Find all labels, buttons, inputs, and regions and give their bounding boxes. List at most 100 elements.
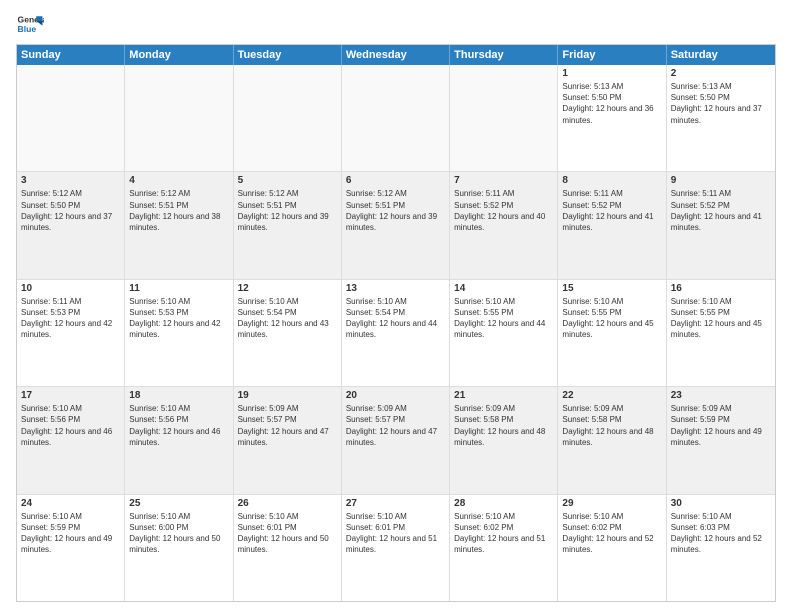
calendar-cell: 28 Sunrise: 5:10 AMSunset: 6:02 PMDayligh… (450, 495, 558, 601)
day-number: 6 (346, 175, 445, 186)
weekday-header-monday: Monday (125, 45, 233, 65)
calendar-cell: 23Sunrise: 5:09 AMSunset: 5:59 PMDayligh… (667, 387, 775, 493)
cell-info: Sunrise: 5:10 AMSunset: 5:59 PMDaylight:… (21, 511, 120, 556)
calendar-cell: 7 Sunrise: 5:11 AMSunset: 5:52 PMDaylight… (450, 172, 558, 278)
cell-info: Sunrise: 5:09 AMSunset: 5:57 PMDaylight:… (238, 403, 337, 448)
calendar-cell: 14 Sunrise: 5:10 AMSunset: 5:55 PMDayligh… (450, 280, 558, 386)
calendar-cell (125, 65, 233, 171)
day-number: 21 (454, 390, 553, 401)
cell-info: Sunrise: 5:12 AMSunset: 5:51 PMDaylight:… (238, 188, 337, 233)
cell-info: Sunrise: 5:10 AMSunset: 6:01 PMDaylight:… (238, 511, 337, 556)
calendar-cell: 5 Sunrise: 5:12 AMSunset: 5:51 PMDaylight… (234, 172, 342, 278)
weekday-header-wednesday: Wednesday (342, 45, 450, 65)
calendar-cell: 4 Sunrise: 5:12 AMSunset: 5:51 PMDaylight… (125, 172, 233, 278)
calendar-cell: 16 Sunrise: 5:10 AMSunset: 5:55 PMDayligh… (667, 280, 775, 386)
calendar-cell: 26 Sunrise: 5:10 AMSunset: 6:01 PMDayligh… (234, 495, 342, 601)
day-number: 23 (671, 390, 771, 401)
cell-info: Sunrise: 5:10 AMSunset: 5:54 PMDaylight:… (238, 296, 337, 341)
day-number: 19 (238, 390, 337, 401)
cell-info: Sunrise: 5:13 AMSunset: 5:50 PMDaylight:… (671, 81, 771, 126)
day-number: 18 (129, 390, 228, 401)
calendar-cell: 11Sunrise: 5:10 AMSunset: 5:53 PMDayligh… (125, 280, 233, 386)
day-number: 27 (346, 498, 445, 509)
calendar-cell (450, 65, 558, 171)
calendar-cell: 18 Sunrise: 5:10 AMSunset: 5:56 PMDayligh… (125, 387, 233, 493)
day-number: 16 (671, 283, 771, 294)
calendar-cell (17, 65, 125, 171)
weekday-header-thursday: Thursday (450, 45, 558, 65)
calendar-cell: 25 Sunrise: 5:10 AMSunset: 6:00 PMDayligh… (125, 495, 233, 601)
calendar-row-2: 3 Sunrise: 5:12 AMSunset: 5:50 PMDaylight… (17, 171, 775, 278)
calendar-cell: 12 Sunrise: 5:10 AMSunset: 5:54 PMDayligh… (234, 280, 342, 386)
cell-info: Sunrise: 5:10 AMSunset: 5:55 PMDaylight:… (454, 296, 553, 341)
day-number: 29 (562, 498, 661, 509)
day-number: 8 (562, 175, 661, 186)
calendar-row-4: 17 Sunrise: 5:10 AMSunset: 5:56 PMDayligh… (17, 386, 775, 493)
cell-info: Sunrise: 5:10 AMSunset: 6:00 PMDaylight:… (129, 511, 228, 556)
calendar-cell: 1 Sunrise: 5:13 AMSunset: 5:50 PMDaylight… (558, 65, 666, 171)
day-number: 30 (671, 498, 771, 509)
cell-info: Sunrise: 5:11 AMSunset: 5:53 PMDaylight:… (21, 296, 120, 341)
calendar-row-3: 10 Sunrise: 5:11 AMSunset: 5:53 PMDayligh… (17, 279, 775, 386)
day-number: 10 (21, 283, 120, 294)
day-number: 14 (454, 283, 553, 294)
cell-info: Sunrise: 5:10 AMSunset: 5:56 PMDaylight:… (21, 403, 120, 448)
cell-info: Sunrise: 5:12 AMSunset: 5:51 PMDaylight:… (129, 188, 228, 233)
cell-info: Sunrise: 5:09 AMSunset: 5:57 PMDaylight:… (346, 403, 445, 448)
calendar-cell: 17 Sunrise: 5:10 AMSunset: 5:56 PMDayligh… (17, 387, 125, 493)
day-number: 9 (671, 175, 771, 186)
weekday-header-tuesday: Tuesday (234, 45, 342, 65)
day-number: 28 (454, 498, 553, 509)
cell-info: Sunrise: 5:12 AMSunset: 5:51 PMDaylight:… (346, 188, 445, 233)
calendar-body: 1 Sunrise: 5:13 AMSunset: 5:50 PMDaylight… (17, 65, 775, 601)
calendar-cell: 29 Sunrise: 5:10 AMSunset: 6:02 PMDayligh… (558, 495, 666, 601)
header: General Blue (16, 10, 776, 38)
cell-info: Sunrise: 5:11 AMSunset: 5:52 PMDaylight:… (671, 188, 771, 233)
calendar: SundayMondayTuesdayWednesdayThursdayFrid… (16, 44, 776, 602)
weekday-header-sunday: Sunday (17, 45, 125, 65)
calendar-cell: 2 Sunrise: 5:13 AMSunset: 5:50 PMDaylight… (667, 65, 775, 171)
cell-info: Sunrise: 5:09 AMSunset: 5:58 PMDaylight:… (454, 403, 553, 448)
calendar-row-5: 24Sunrise: 5:10 AMSunset: 5:59 PMDayligh… (17, 494, 775, 601)
cell-info: Sunrise: 5:10 AMSunset: 5:55 PMDaylight:… (562, 296, 661, 341)
day-number: 1 (562, 68, 661, 79)
calendar-header: SundayMondayTuesdayWednesdayThursdayFrid… (17, 45, 775, 65)
day-number: 12 (238, 283, 337, 294)
cell-info: Sunrise: 5:10 AMSunset: 5:54 PMDaylight:… (346, 296, 445, 341)
day-number: 5 (238, 175, 337, 186)
cell-info: Sunrise: 5:11 AMSunset: 5:52 PMDaylight:… (562, 188, 661, 233)
calendar-cell: 24Sunrise: 5:10 AMSunset: 5:59 PMDayligh… (17, 495, 125, 601)
calendar-cell: 27Sunrise: 5:10 AMSunset: 6:01 PMDayligh… (342, 495, 450, 601)
day-number: 3 (21, 175, 120, 186)
logo: General Blue (16, 10, 44, 38)
cell-info: Sunrise: 5:10 AMSunset: 6:02 PMDaylight:… (562, 511, 661, 556)
calendar-cell: 13Sunrise: 5:10 AMSunset: 5:54 PMDayligh… (342, 280, 450, 386)
cell-info: Sunrise: 5:10 AMSunset: 5:56 PMDaylight:… (129, 403, 228, 448)
calendar-cell: 10 Sunrise: 5:11 AMSunset: 5:53 PMDayligh… (17, 280, 125, 386)
cell-info: Sunrise: 5:09 AMSunset: 5:58 PMDaylight:… (562, 403, 661, 448)
logo-icon: General Blue (16, 10, 44, 38)
weekday-header-saturday: Saturday (667, 45, 775, 65)
calendar-cell: 20Sunrise: 5:09 AMSunset: 5:57 PMDayligh… (342, 387, 450, 493)
cell-info: Sunrise: 5:10 AMSunset: 5:55 PMDaylight:… (671, 296, 771, 341)
day-number: 25 (129, 498, 228, 509)
calendar-cell: 21 Sunrise: 5:09 AMSunset: 5:58 PMDayligh… (450, 387, 558, 493)
day-number: 2 (671, 68, 771, 79)
calendar-cell: 15 Sunrise: 5:10 AMSunset: 5:55 PMDayligh… (558, 280, 666, 386)
cell-info: Sunrise: 5:11 AMSunset: 5:52 PMDaylight:… (454, 188, 553, 233)
cell-info: Sunrise: 5:12 AMSunset: 5:50 PMDaylight:… (21, 188, 120, 233)
day-number: 11 (129, 283, 228, 294)
day-number: 15 (562, 283, 661, 294)
day-number: 17 (21, 390, 120, 401)
calendar-cell (342, 65, 450, 171)
calendar-cell: 8 Sunrise: 5:11 AMSunset: 5:52 PMDaylight… (558, 172, 666, 278)
cell-info: Sunrise: 5:13 AMSunset: 5:50 PMDaylight:… (562, 81, 661, 126)
day-number: 7 (454, 175, 553, 186)
cell-info: Sunrise: 5:10 AMSunset: 6:02 PMDaylight:… (454, 511, 553, 556)
calendar-cell: 22Sunrise: 5:09 AMSunset: 5:58 PMDayligh… (558, 387, 666, 493)
day-number: 4 (129, 175, 228, 186)
calendar-cell: 9 Sunrise: 5:11 AMSunset: 5:52 PMDaylight… (667, 172, 775, 278)
calendar-cell: 19 Sunrise: 5:09 AMSunset: 5:57 PMDayligh… (234, 387, 342, 493)
day-number: 26 (238, 498, 337, 509)
calendar-cell (234, 65, 342, 171)
